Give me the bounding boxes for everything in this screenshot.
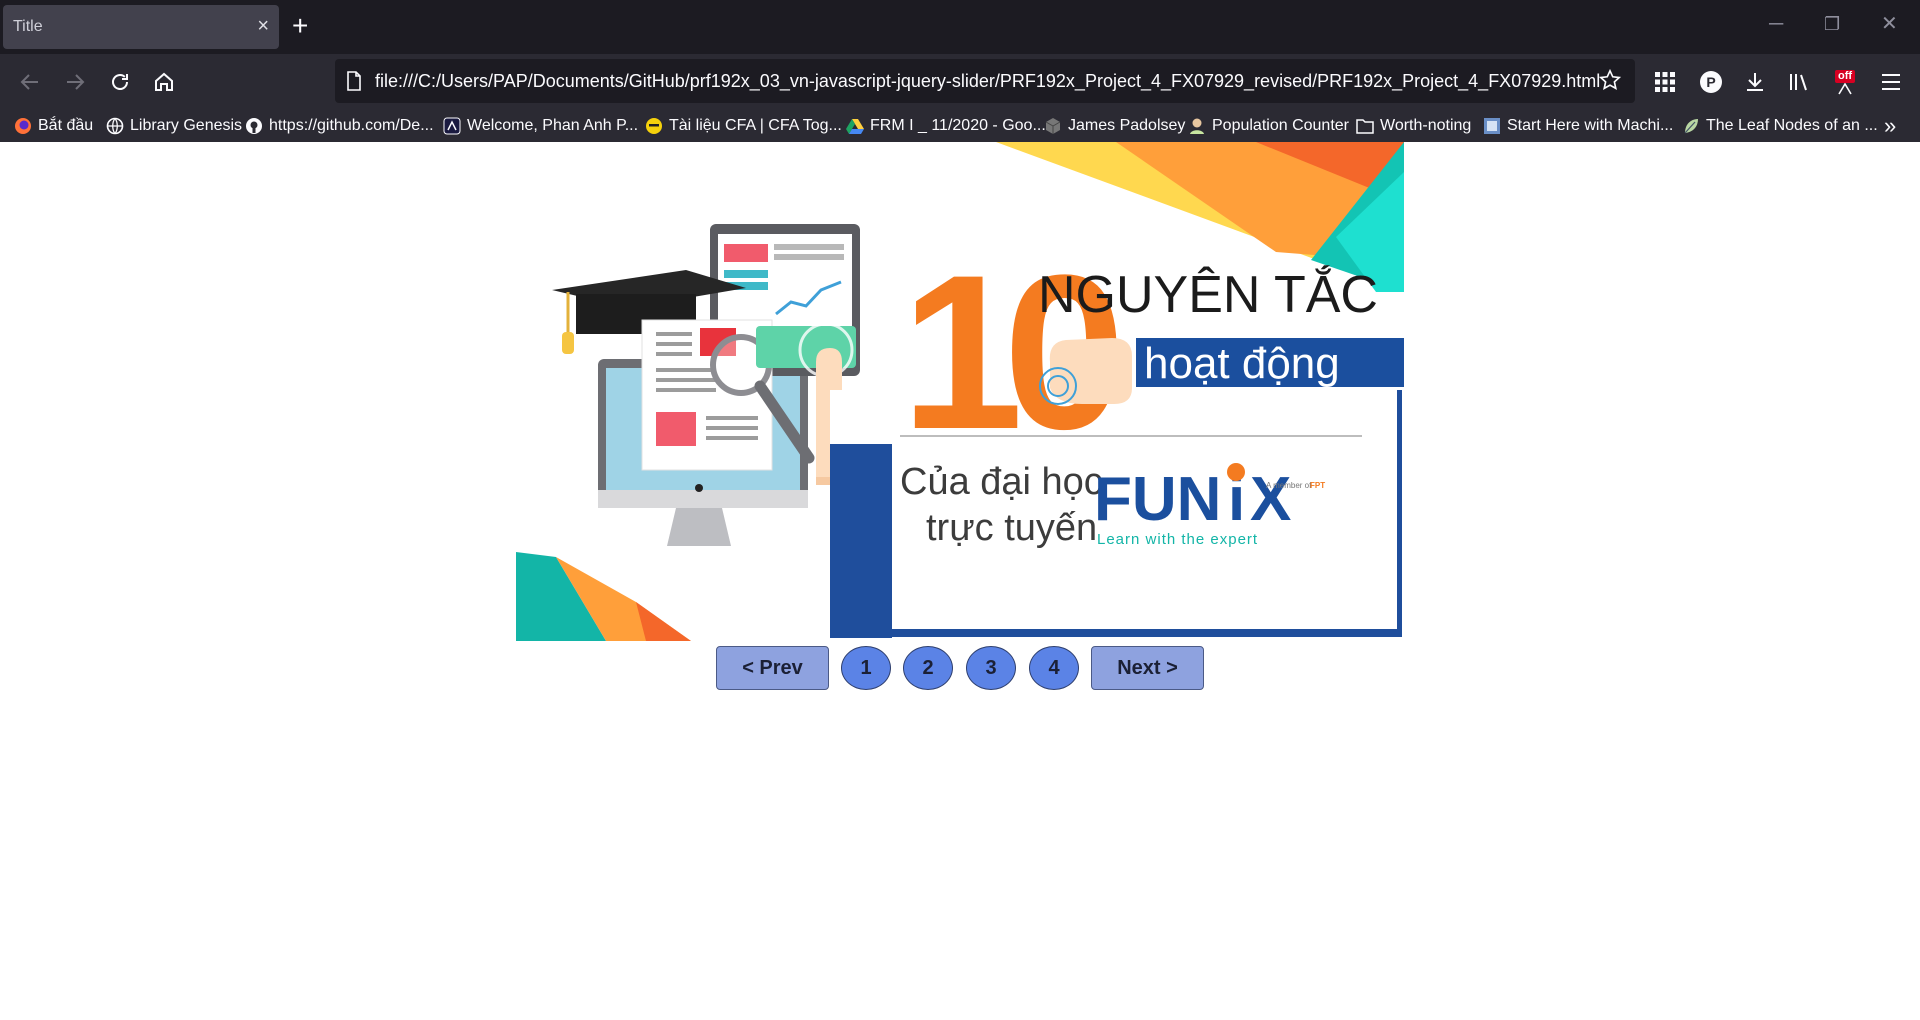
close-tab-icon[interactable]: ×	[257, 14, 269, 38]
tab-title: Title	[13, 18, 43, 35]
svg-text:P: P	[1706, 74, 1715, 90]
brand-fu: FUN	[1094, 465, 1221, 534]
bookmark-label: https://github.com/De...	[269, 117, 434, 134]
brand-dot	[1227, 463, 1245, 481]
window-close-icon[interactable]: ✕	[1881, 14, 1898, 34]
leaf-icon	[1682, 117, 1700, 135]
slide-line1: Của đại học	[900, 461, 1103, 503]
url-text[interactable]: file:///C:/Users/PAP/Documents/GitHub/pr…	[375, 71, 1600, 92]
page-1-button[interactable]: 1	[841, 646, 891, 690]
bookmark-item[interactable]: The Leaf Nodes of an ...	[1682, 115, 1878, 137]
bookmark-item[interactable]: Bắt đầu	[14, 115, 93, 137]
page-2-button[interactable]: 2	[903, 646, 953, 690]
site-icon	[1483, 117, 1501, 135]
next-button[interactable]: Next >	[1091, 646, 1204, 690]
drive-icon	[846, 117, 864, 135]
bookmark-label: Welcome, Phan Anh P...	[467, 117, 639, 134]
bookmark-label: Library Genesis	[130, 117, 243, 134]
bookmark-item[interactable]: Welcome, Phan Anh P...	[443, 115, 638, 137]
globe-icon	[106, 117, 124, 135]
home-icon[interactable]	[150, 68, 178, 96]
tab-active[interactable]: Title ×	[3, 5, 279, 49]
github-icon	[245, 117, 263, 135]
menu-icon[interactable]	[1876, 67, 1906, 97]
restore-icon[interactable]: ❐	[1824, 14, 1840, 34]
bookmark-item[interactable]: https://github.com/De...	[245, 115, 434, 137]
prev-button[interactable]: < Prev	[716, 646, 829, 690]
cube-icon	[1044, 117, 1062, 135]
bookmark-label: Worth-noting	[1380, 117, 1472, 134]
slider-pagination: < Prev 1 2 3 4 Next >	[0, 646, 1920, 696]
forward-icon[interactable]	[61, 68, 89, 96]
extension-off-icon[interactable]: off	[1830, 67, 1860, 97]
back-icon[interactable]	[16, 68, 44, 96]
page-4-button[interactable]: 4	[1029, 646, 1079, 690]
bookmark-label: Population Counter	[1212, 117, 1349, 134]
url-bar[interactable]: file:///C:/Users/PAP/Documents/GitHub/pr…	[335, 59, 1635, 103]
bookmarks-overflow-button[interactable]: »	[1884, 113, 1896, 138]
bookmark-label: Tài liệu CFA | CFA Tog...	[669, 117, 842, 134]
bookmark-item[interactable]: Population Counter	[1188, 115, 1349, 137]
bookmark-label: Bắt đầu	[38, 117, 94, 134]
bookmark-label: Start Here with Machi...	[1507, 117, 1674, 134]
download-icon[interactable]	[1740, 67, 1770, 97]
bookmark-label: The Leaf Nodes of an ...	[1706, 117, 1878, 134]
brand-tagline: Learn with the expert	[1097, 531, 1258, 548]
brand-parent: FPT	[1310, 481, 1325, 490]
slide-subheadline: hoạt động	[1144, 339, 1340, 388]
slide-graphic: 10 NGUYÊN TẮC hoạt động Của đại học trực…	[516, 142, 1404, 641]
page-icon	[346, 71, 362, 96]
bookmark-item[interactable]: Worth-noting	[1356, 115, 1471, 137]
tab-strip: Title × + ─ ❐ ✕	[0, 0, 1920, 54]
brand-x: X	[1250, 465, 1291, 534]
page-3-button[interactable]: 3	[966, 646, 1016, 690]
slider-image: 10 NGUYÊN TẮC hoạt động Của đại học trực…	[516, 142, 1404, 641]
navigation-toolbar: file:///C:/Users/PAP/Documents/GitHub/pr…	[0, 54, 1920, 108]
browser-chrome: Title × + ─ ❐ ✕ file:///C:/Users/PAP/Doc…	[0, 0, 1920, 142]
apps-grid-icon[interactable]	[1650, 67, 1680, 97]
bookmark-item[interactable]: Tài liệu CFA | CFA Tog...	[645, 115, 842, 137]
brand-member: A member of	[1266, 481, 1312, 490]
reload-icon[interactable]	[106, 68, 134, 96]
folder-icon	[1356, 117, 1374, 135]
pocket-icon[interactable]: P	[1696, 67, 1726, 97]
bookmark-item[interactable]: James Padolsey	[1044, 115, 1185, 137]
bookmark-star-icon[interactable]	[1598, 68, 1622, 96]
slide-line2: trực tuyến	[926, 507, 1097, 549]
bookmark-item[interactable]: Start Here with Machi...	[1483, 115, 1673, 137]
emoji-icon	[645, 117, 663, 135]
extension-badge: off	[1834, 69, 1856, 83]
slide-headline: NGUYÊN TẮC	[1038, 265, 1378, 324]
person-icon	[1188, 117, 1206, 135]
bookmark-label: James Padolsey	[1068, 117, 1186, 134]
new-tab-button[interactable]: +	[292, 11, 308, 41]
library-icon[interactable]	[1784, 67, 1814, 97]
bookmark-label: FRM I _ 11/2020 - Goo...	[870, 117, 1046, 134]
bookmarks-toolbar: Bắt đầu Library Genesis https://github.c…	[0, 108, 1920, 142]
bookmark-item[interactable]: FRM I _ 11/2020 - Goo...	[846, 115, 1046, 137]
minimize-icon[interactable]: ─	[1769, 14, 1783, 34]
firefox-icon	[14, 117, 32, 135]
bookmark-item[interactable]: Library Genesis	[106, 115, 242, 137]
site-icon	[443, 117, 461, 135]
